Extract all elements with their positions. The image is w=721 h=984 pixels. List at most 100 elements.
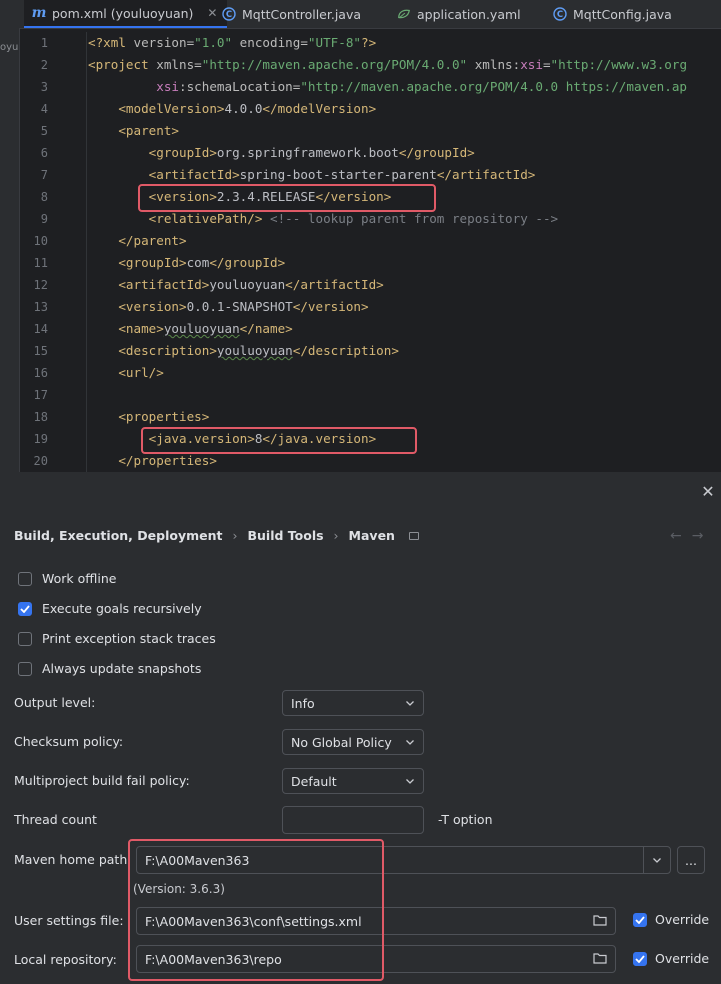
checkmark-icon [20, 604, 30, 613]
line-number: 16 [33, 366, 48, 380]
close-icon[interactable]: ✕ [207, 6, 217, 20]
code-lines[interactable]: <?xml version="1.0" encoding="UTF-8"?> <p… [88, 32, 721, 472]
code-line[interactable]: <groupId>org.springframework.boot</group… [88, 142, 721, 164]
code-token: = [542, 57, 551, 72]
code-token: com [186, 255, 210, 270]
pin-window-icon[interactable] [408, 531, 419, 540]
line-number: 13 [33, 300, 48, 314]
maven-paths-highlight-box [128, 839, 384, 981]
line-number: 9 [40, 212, 48, 226]
code-token: <groupId> [118, 255, 187, 270]
svg-text:C: C [557, 10, 563, 20]
output-level-label: Output level: [14, 695, 96, 710]
fail-policy-select[interactable]: Default [282, 768, 424, 794]
code-token: </name> [239, 321, 293, 336]
always-update-snapshots-checkbox[interactable]: Always update snapshots [18, 661, 201, 676]
code-token: <project [88, 57, 157, 72]
indent-guide [86, 32, 87, 472]
output-level-select[interactable]: Info [282, 690, 424, 716]
select-value: No Global Policy [291, 734, 392, 750]
print-exception-stack-traces-checkbox[interactable]: Print exception stack traces [18, 631, 216, 646]
tab-label: pom.xml (youluoyuan) [52, 5, 194, 21]
code-line[interactable]: <name>youluoyuan</name> [88, 318, 721, 340]
code-line[interactable] [88, 384, 721, 406]
code-token: <parent> [118, 123, 180, 138]
chevron-down-icon [406, 779, 414, 784]
checkbox-box[interactable] [18, 661, 32, 676]
breadcrumb-item[interactable]: Build Tools [247, 528, 323, 543]
select-value: Info [291, 695, 315, 711]
code-line[interactable]: <description>youluoyuan</description> [88, 340, 721, 362]
code-token: <groupId> [148, 145, 217, 160]
checkbox-label: Execute goals recursively [42, 601, 202, 616]
local-repository-override-checkbox[interactable]: Override [633, 951, 709, 966]
code-token: youluoyuan [209, 277, 286, 292]
checkbox-label: Override [655, 951, 710, 966]
code-line[interactable]: <url/> [88, 362, 721, 384]
code-token: </artifactId> [285, 277, 384, 292]
breadcrumb-item: Maven [348, 528, 395, 543]
code-line[interactable]: <version>0.0.1-SNAPSHOT</version> [88, 296, 721, 318]
tab-mqtt-controller[interactable]: C MqttController.java [222, 0, 361, 28]
code-token: xmlns: [467, 57, 521, 72]
browse-button[interactable]: ... [677, 846, 705, 874]
maven-home-label: Maven home path: [14, 852, 132, 867]
checkbox-label: Work offline [42, 571, 117, 586]
code-line[interactable]: <groupId>com</groupId> [88, 252, 721, 274]
svg-text:C: C [226, 10, 232, 20]
tab-pom-xml[interactable]: m pom.xml (youluoyuan) ✕ [24, 0, 228, 28]
project-tool-strip[interactable]: oyu [0, 28, 20, 472]
code-line[interactable]: <modelVersion>4.0.0</modelVersion> [88, 98, 721, 120]
close-icon[interactable]: ✕ [700, 484, 716, 500]
line-number: 8 [40, 190, 48, 204]
checkbox-box[interactable] [18, 631, 32, 646]
tab-application-yaml[interactable]: application.yaml [397, 0, 521, 28]
checkbox-box[interactable] [633, 951, 647, 966]
thread-count-input[interactable] [282, 806, 424, 834]
code-token: <version> [118, 299, 187, 314]
code-token: "1.0" [194, 35, 233, 50]
tab-mqtt-config[interactable]: C MqttConfig.java [553, 0, 672, 28]
user-settings-override-checkbox[interactable]: Override [633, 912, 709, 927]
code-token: xsi [520, 57, 543, 72]
checksum-policy-select[interactable]: No Global Policy [282, 729, 424, 755]
code-token: "http://www.w3.org [550, 57, 688, 72]
code-token: </parent> [118, 233, 187, 248]
code-line[interactable]: <project xmlns="http://maven.apache.org/… [88, 54, 721, 76]
code-line[interactable]: <artifactId>youluoyuan</artifactId> [88, 274, 721, 296]
back-arrow-icon[interactable]: ← [670, 528, 692, 544]
checkmark-icon [635, 954, 645, 963]
forward-arrow-icon[interactable]: → [692, 528, 714, 544]
checkbox-box[interactable] [18, 601, 32, 616]
code-line[interactable]: </parent> [88, 230, 721, 252]
code-line[interactable]: <parent> [88, 120, 721, 142]
thread-count-label: Thread count [14, 812, 97, 827]
breadcrumb-item[interactable]: Build, Execution, Deployment [14, 528, 222, 543]
code-line[interactable]: <?xml version="1.0" encoding="UTF-8"?> [88, 32, 721, 54]
code-token: xsi [156, 79, 179, 94]
execute-goals-recursively-checkbox[interactable]: Execute goals recursively [18, 601, 202, 616]
code-token: <?xml [88, 35, 134, 50]
code-line[interactable]: <properties> [88, 406, 721, 428]
breadcrumb: Build, Execution, Deployment › Build Too… [14, 528, 419, 543]
code-token: </version> [292, 299, 369, 314]
code-token: encoding= [232, 35, 308, 50]
code-line[interactable]: xsi:schemaLocation="http://maven.apache.… [88, 76, 721, 98]
line-number: 12 [33, 278, 48, 292]
line-number: 5 [40, 124, 48, 138]
line-number: 20 [33, 454, 48, 468]
checkbox-box[interactable] [18, 571, 32, 586]
work-offline-checkbox[interactable]: Work offline [18, 571, 116, 586]
combo-divider [643, 847, 644, 873]
code-line[interactable]: <artifactId>spring-boot-starter-parent</… [88, 164, 721, 186]
code-editor[interactable]: m pom.xml (youluoyuan) ✕ C MqttControlle… [0, 0, 721, 472]
checkbox-box[interactable] [633, 912, 647, 927]
tab-label: MqttController.java [242, 6, 362, 22]
editor-tab-bar: m pom.xml (youluoyuan) ✕ C MqttControlle… [0, 0, 721, 29]
